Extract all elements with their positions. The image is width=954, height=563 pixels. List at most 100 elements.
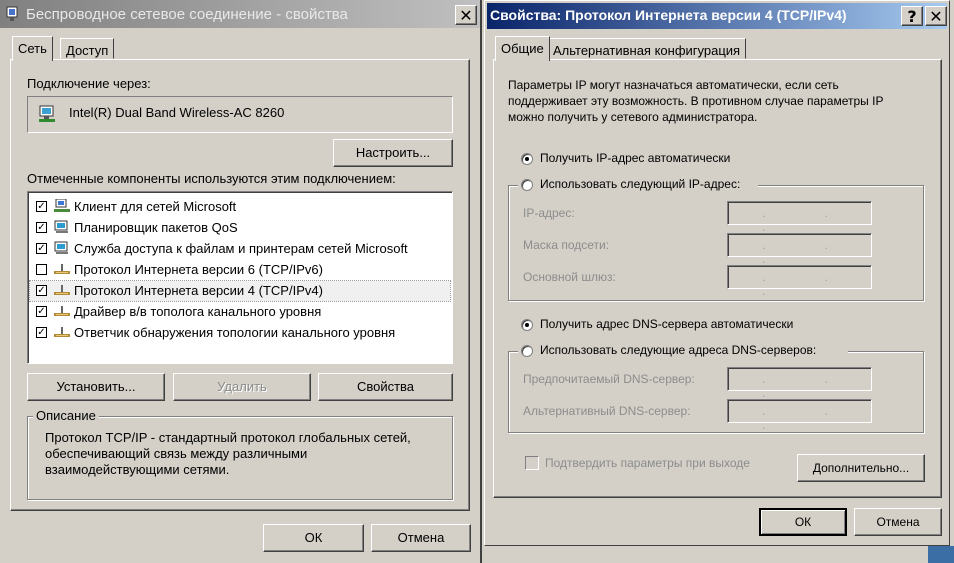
tab-network[interactable]: Сеть: [12, 36, 53, 61]
component-label: Протокол Интернета версии 4 (TCP/IPv4): [74, 283, 323, 298]
protocol-icon: [54, 262, 70, 276]
tab-alternate-config[interactable]: Альтернативная конфигурация: [547, 38, 747, 59]
component-label: Клиент для сетей Microsoft: [74, 199, 237, 214]
right-titlebar[interactable]: Свойства: Протокол Интернета версии 4 (T…: [487, 3, 947, 29]
right-ok-button[interactable]: ОК: [759, 508, 847, 536]
validate-checkbox[interactable]: [525, 456, 539, 470]
gateway-field[interactable]: . . .: [727, 265, 872, 298]
advanced-button[interactable]: Дополнительно...: [797, 454, 925, 482]
network-properties-window: Беспроводное сетевое соединение - свойст…: [0, 0, 482, 563]
component-checkbox[interactable]: ✓: [36, 222, 47, 233]
install-button[interactable]: Установить...: [27, 373, 165, 401]
ipv4-properties-window: Свойства: Протокол Интернета версии 4 (T…: [484, 0, 950, 546]
component-row[interactable]: ✓ Планировщик пакетов QoS: [30, 218, 450, 238]
service-icon: [54, 241, 70, 255]
left-cancel-button[interactable]: Отмена: [371, 524, 471, 552]
component-label: Служба доступа к файлам и принтерам сете…: [74, 241, 408, 256]
components-list: ✓ Клиент для сетей Microsoft ✓ Планировщик …: [27, 191, 453, 364]
dns-auto-radio[interactable]: [521, 319, 533, 331]
protocol-icon: [54, 283, 70, 297]
install-button-label: Установить...: [56, 379, 136, 394]
dns-manual-label[interactable]: Использовать следующие адреса DNS-сервер…: [540, 343, 816, 357]
component-row[interactable]: ✓ Драйвер в/в тополога канального уровня: [30, 302, 450, 322]
adapter-icon: [38, 105, 58, 126]
validate-label[interactable]: Подтвердить параметры при выходе: [545, 456, 750, 470]
component-checkbox[interactable]: [36, 264, 47, 275]
right-window-title: Свойства: Протокол Интернета версии 4 (T…: [490, 7, 847, 23]
left-close-button[interactable]: ✕: [455, 5, 477, 25]
dns-auto-label[interactable]: Получить адрес DNS-сервера автоматически: [540, 317, 793, 331]
component-label: Драйвер в/в тополога канального уровня: [74, 304, 322, 319]
component-checkbox[interactable]: ✓: [36, 243, 47, 254]
left-ok-button[interactable]: ОК: [263, 524, 364, 552]
left-ok-label: ОК: [304, 530, 323, 545]
ip-address-field[interactable]: . . .: [727, 201, 872, 234]
protocol-icon: [54, 304, 70, 318]
info-text: Параметры IP могут назначаться автоматич…: [508, 78, 884, 124]
right-cancel-label: Отмена: [876, 515, 920, 529]
adapter-name: Intel(R) Dual Band Wireless-AC 8260: [69, 105, 285, 120]
description-title: Описание: [33, 408, 99, 423]
preferred-dns-label: Предпочитаемый DNS-сервер:: [523, 372, 695, 386]
configure-button[interactable]: Настроить...: [333, 139, 453, 167]
adapter-field: Intel(R) Dual Band Wireless-AC 8260: [27, 96, 453, 133]
tab-general-label: Общие: [501, 41, 544, 56]
tab-sharing[interactable]: Доступ: [60, 38, 115, 59]
component-row[interactable]: ✓ Протокол Интернета версии 4 (TCP/IPv4): [29, 280, 451, 302]
left-cancel-label: Отмена: [397, 530, 445, 545]
components-label: Отмеченные компоненты используются этим …: [27, 171, 396, 186]
ip-manual-radio[interactable]: [521, 179, 533, 191]
remove-button-label: Удалить: [217, 379, 267, 394]
network-client-icon: [54, 198, 70, 213]
ip-address-dots: . . .: [762, 206, 857, 234]
left-titlebar[interactable]: Беспроводное сетевое соединение - свойст…: [0, 0, 480, 28]
tab-network-label: Сеть: [18, 41, 47, 56]
connect-via-label: Подключение через:: [27, 76, 151, 91]
desktop-corner: [928, 546, 954, 563]
properties-button[interactable]: Свойства: [318, 373, 453, 401]
properties-button-label: Свойства: [356, 379, 415, 394]
help-button[interactable]: ?: [901, 6, 923, 26]
service-icon: [54, 220, 70, 234]
tab-general[interactable]: Общие: [495, 36, 550, 61]
network-window-icon: [6, 6, 18, 22]
ip-manual-label[interactable]: Использовать следующий IP-адрес:: [540, 177, 740, 191]
dns-manual-radio[interactable]: [521, 345, 533, 357]
tab-alternate-label: Альтернативная конфигурация: [553, 43, 741, 58]
alternate-dns-label: Альтернативный DNS-сервер:: [523, 404, 691, 418]
gateway-label: Основной шлюз:: [523, 270, 616, 284]
right-cancel-button[interactable]: Отмена: [854, 508, 942, 536]
ip-auto-label[interactable]: Получить IP-адрес автоматически: [540, 151, 730, 165]
configure-button-label: Настроить...: [355, 145, 431, 160]
alternate-dns-dots: . . .: [762, 404, 857, 432]
component-checkbox[interactable]: ✓: [36, 285, 47, 296]
component-checkbox[interactable]: ✓: [36, 327, 47, 338]
left-window-title: Беспроводное сетевое соединение - свойст…: [26, 6, 348, 23]
component-checkbox[interactable]: ✓: [36, 306, 47, 317]
component-label: Протокол Интернета версии 6 (TCP/IPv6): [74, 262, 323, 277]
alternate-dns-field[interactable]: . . .: [727, 399, 872, 432]
gateway-dots: . . .: [762, 270, 857, 298]
component-row[interactable]: Протокол Интернета версии 6 (TCP/IPv6): [30, 260, 450, 280]
desktop-strip: [484, 546, 954, 563]
right-close-button[interactable]: ✕: [925, 6, 947, 26]
description-text: Протокол TCP/IP - стандартный протокол г…: [45, 430, 411, 477]
ip-manual-radio-wrap: Использовать следующий IP-адрес:: [518, 176, 758, 194]
subnet-label: Маска подсети:: [523, 238, 610, 252]
advanced-button-label: Дополнительно...: [812, 461, 910, 475]
component-row[interactable]: ✓ Ответчик обнаружения топологии канально…: [30, 323, 450, 343]
subnet-dots: . . .: [762, 238, 857, 266]
dns-manual-radio-wrap: Использовать следующие адреса DNS-сервер…: [518, 342, 848, 360]
protocol-icon: [54, 325, 70, 339]
preferred-dns-dots: . . .: [762, 372, 857, 400]
subnet-field[interactable]: . . .: [727, 233, 872, 266]
remove-button[interactable]: Удалить: [173, 373, 311, 401]
component-checkbox[interactable]: ✓: [36, 201, 47, 212]
tab-sharing-label: Доступ: [66, 43, 109, 58]
component-label: Планировщик пакетов QoS: [74, 220, 238, 235]
right-ok-label: ОК: [794, 515, 812, 529]
component-row[interactable]: ✓ Клиент для сетей Microsoft: [30, 197, 450, 217]
ip-auto-radio[interactable]: [521, 153, 533, 165]
component-row[interactable]: ✓ Служба доступа к файлам и принтерам сет…: [30, 239, 450, 259]
preferred-dns-field[interactable]: . . .: [727, 367, 872, 400]
